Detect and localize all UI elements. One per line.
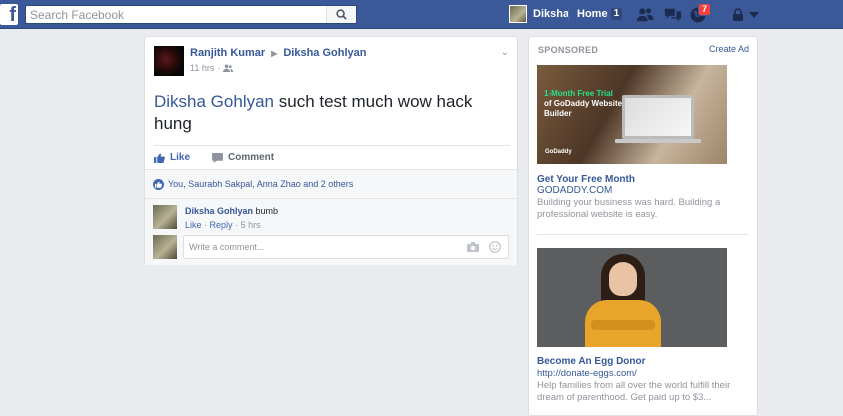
ad-domain[interactable]: http://donate-eggs.com/ [537,368,637,379]
avatar [509,5,527,23]
laptop-base [615,139,701,143]
commenter-avatar[interactable] [153,205,177,229]
author-name-link[interactable]: Ranjith Kumar [190,47,265,59]
comments-section: Diksha Gohlyan bumb Like · Reply · 5 hrs [145,199,517,265]
comment-input[interactable] [184,236,444,258]
comment-meta: Like · Reply · 5 hrs [185,220,261,230]
meta-separator: · [217,63,221,73]
commenter-name-link[interactable]: Diksha Gohlyan [185,206,253,216]
like-reaction-icon [153,178,164,190]
post-card: Ranjith Kumar ▶ Diksha Gohlyan 11 hrs · … [144,36,518,265]
home-count-badge: 1 [610,8,623,20]
ad-description[interactable]: Building your business was hard. Buildin… [537,197,737,221]
post-message: Diksha Gohlyan such test much wow hack h… [154,91,494,135]
create-ad-link[interactable]: Create Ad [709,44,749,54]
ad-divider [537,234,749,235]
like-label: Like [170,152,191,163]
profile-link[interactable]: Diksha [509,5,569,23]
messages-icon[interactable] [664,6,682,24]
notification-count-badge: 7 [698,3,712,16]
reactions-summary[interactable]: You, Saurabh Sakpal, Anna Zhao and 2 oth… [145,169,517,199]
post-timestamp[interactable]: 11 hrs [190,63,214,73]
privacy-shortcuts-icon[interactable] [732,8,744,22]
profile-name: Diksha [533,8,570,20]
thumbs-up-icon [154,152,165,163]
comment-box [183,235,509,259]
like-button[interactable]: Like [154,152,190,163]
comment-body: Diksha Gohlyan bumb [185,206,278,216]
top-navigation-bar: f Diksha Home 1 7 [0,0,843,29]
camera-icon[interactable] [467,242,479,252]
comment-bubble-icon [212,152,223,163]
friends-audience-icon[interactable] [223,64,234,72]
comment-text: bumb [255,206,279,216]
comment-button[interactable]: Comment [212,152,274,163]
laptop-illustration [622,95,694,139]
nav-divider [568,8,569,21]
post-actions: Like Comment [154,145,510,169]
account-menu-chevron-down-icon[interactable] [749,11,759,19]
ad-image-egg-donor[interactable] [537,248,727,347]
ad-headline[interactable]: Become An Egg Donor [537,356,646,367]
shared-to-arrow-icon: ▶ [271,48,278,58]
ad-headline[interactable]: Get Your Free Month [537,174,635,185]
search-input[interactable] [26,6,326,23]
friend-requests-icon[interactable] [636,6,654,24]
comment-reply-link[interactable]: Reply [210,220,233,230]
post-header: Ranjith Kumar ▶ Diksha Gohlyan [190,47,366,59]
ad-image-caption: 1-Month Free Trial of GoDaddy Website Bu… [544,89,623,118]
comment-label: Comment [228,152,275,163]
mention-link[interactable]: Diksha Gohlyan [154,92,274,111]
current-user-avatar [153,235,177,259]
ad-description[interactable]: Help families from all over the world fu… [537,380,737,404]
home-label: Home [577,8,608,20]
post-options-chevron-down-icon[interactable]: ⌄ [501,47,509,58]
search-button[interactable] [326,6,356,23]
target-name-link[interactable]: Diksha Gohlyan [283,47,366,59]
reactions-text: You, Saurabh Sakpal, Anna Zhao and 2 oth… [168,179,354,189]
author-avatar[interactable] [154,46,184,76]
comment-like-link[interactable]: Like [185,220,202,230]
ad-domain[interactable]: GODADDY.COM [537,185,612,196]
emoji-icon[interactable] [489,241,501,253]
comment-timestamp[interactable]: 5 hrs [241,220,261,230]
facebook-logo-icon[interactable]: f [0,4,18,26]
home-link[interactable]: Home 1 [577,8,623,20]
post-meta: 11 hrs · [190,63,234,73]
sponsored-panel: SPONSORED Create Ad 1-Month Free Trial o… [528,36,758,416]
sponsored-heading: SPONSORED [538,45,599,55]
search-box [25,5,357,24]
search-icon [336,9,347,20]
godaddy-logo: GoDaddy [545,149,572,155]
ad-image-godaddy[interactable]: 1-Month Free Trial of GoDaddy Website Bu… [537,65,727,164]
